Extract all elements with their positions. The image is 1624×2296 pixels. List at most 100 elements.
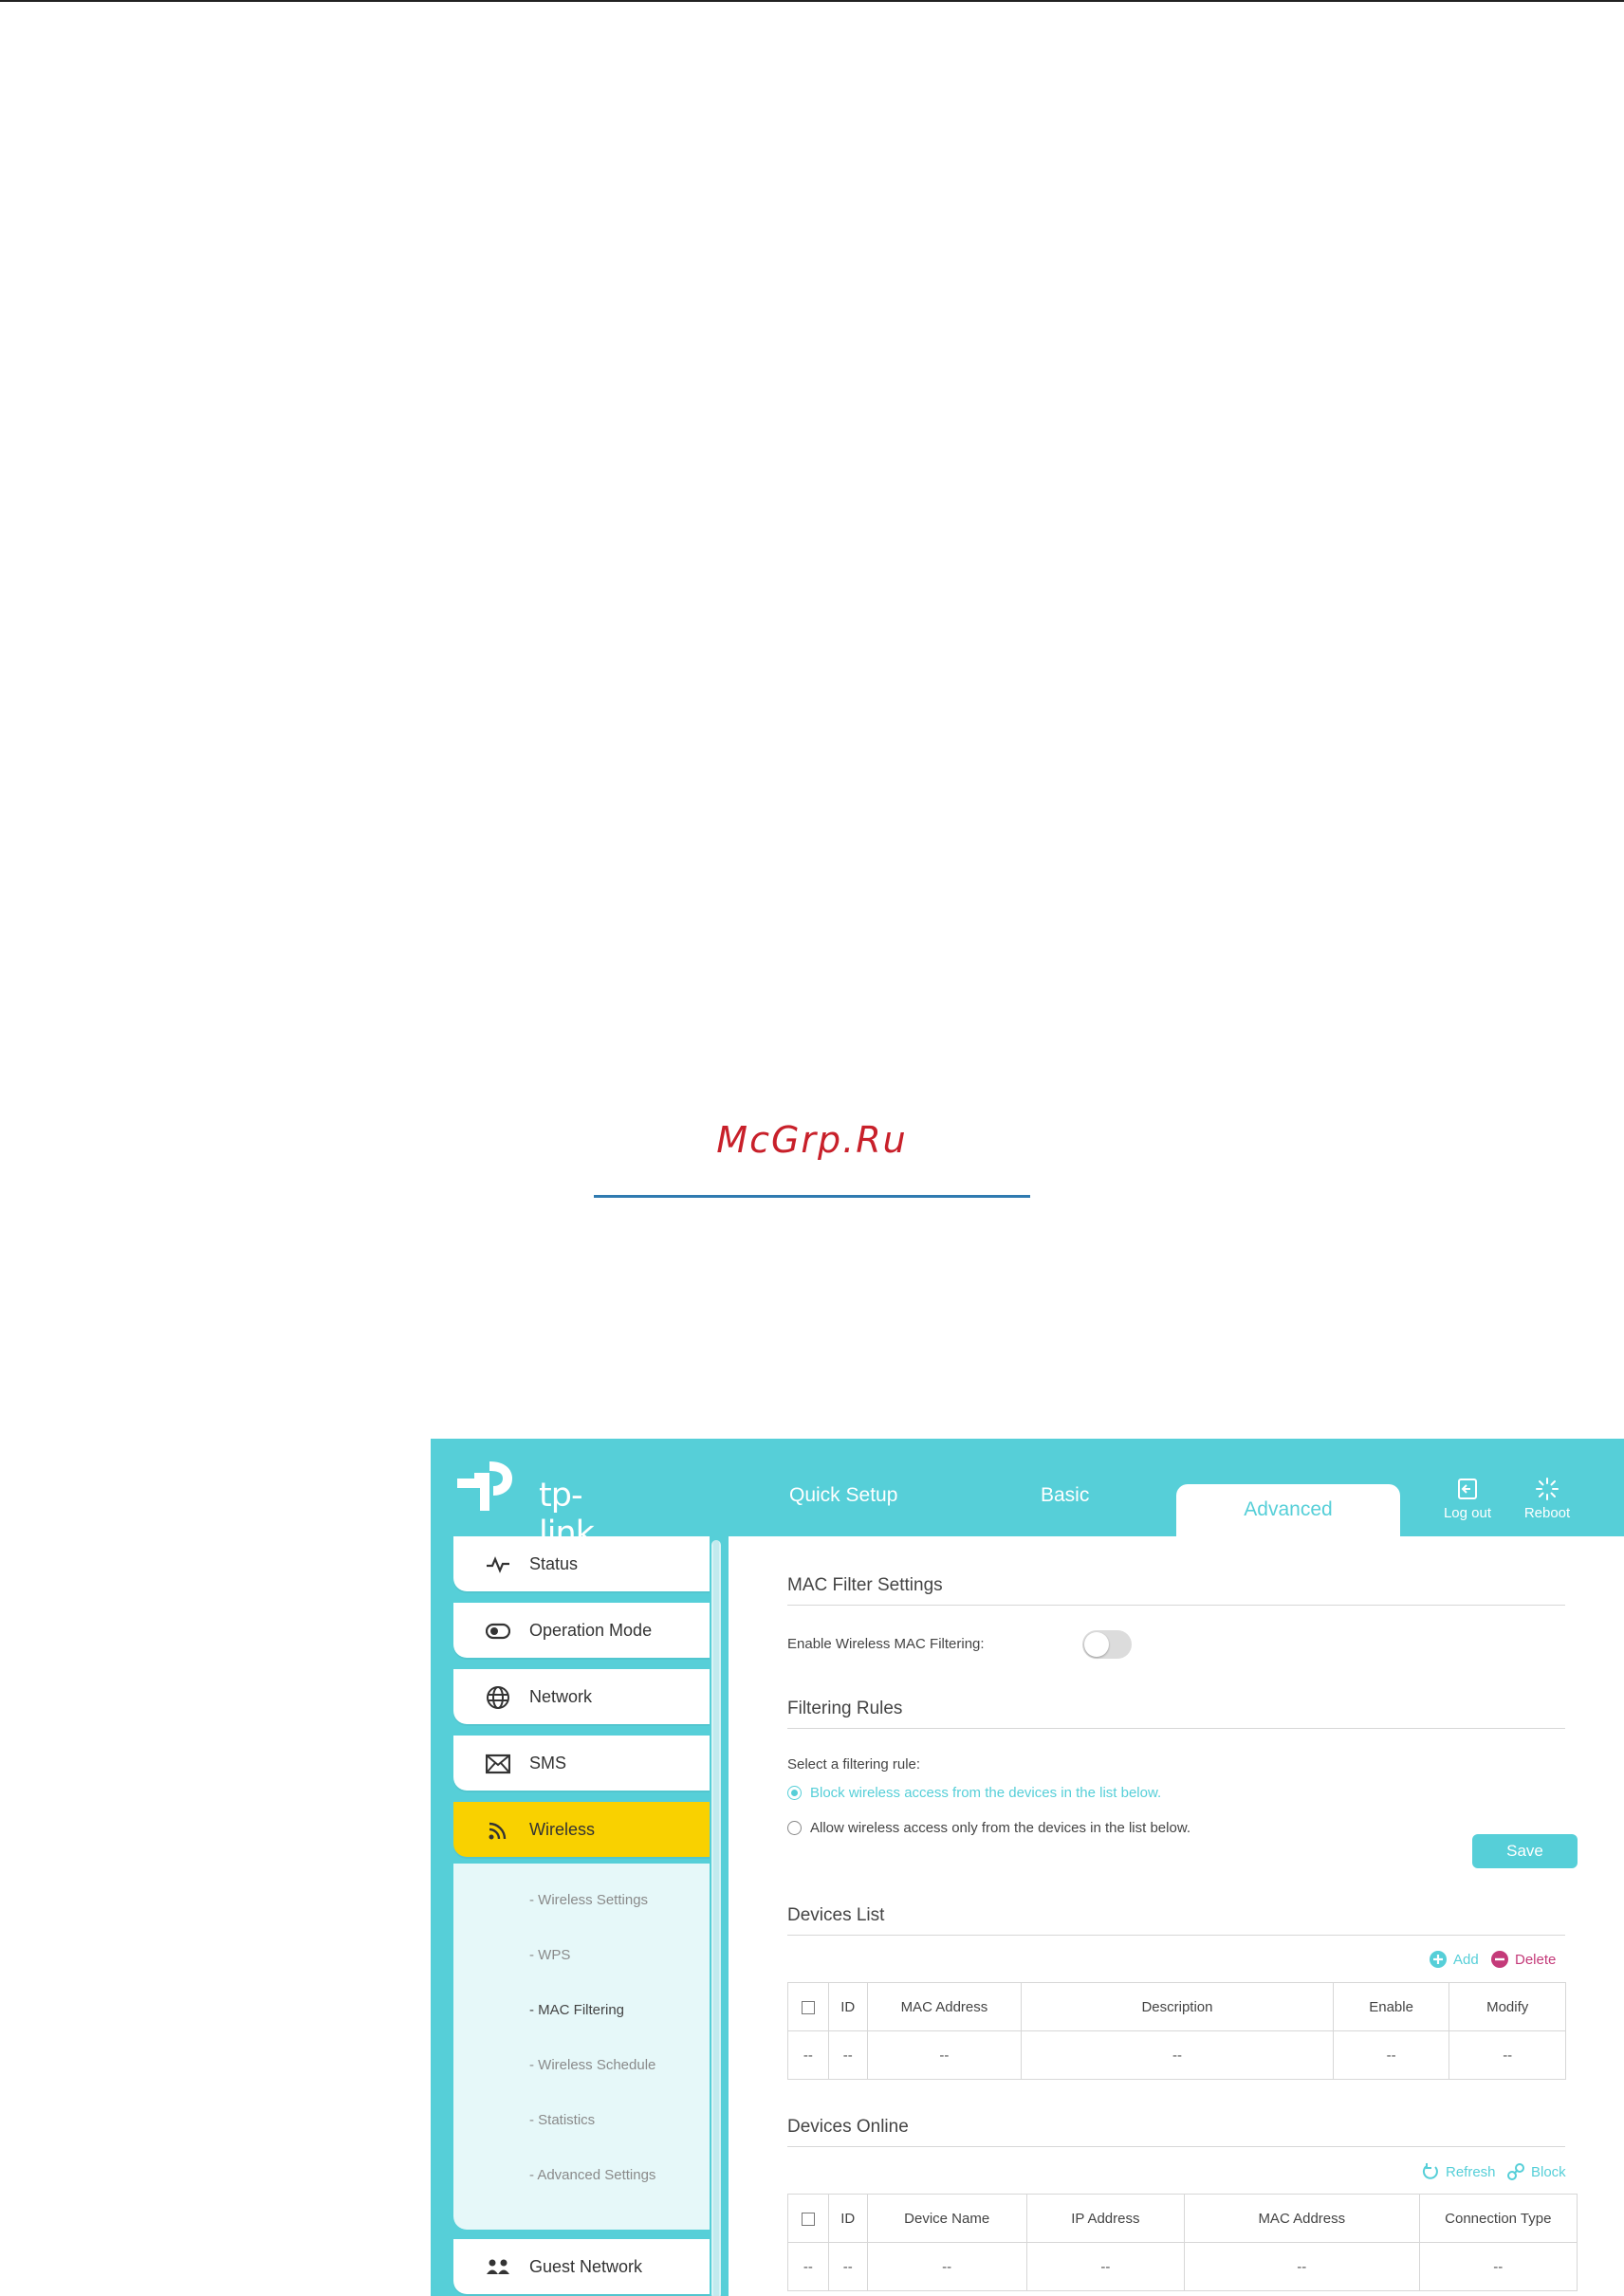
tp-link-logo: tp-link [453,1454,634,1552]
select-all-checkbox[interactable] [801,2000,815,2014]
watermark-underline [594,1195,1030,1198]
column-header: ID [827,2194,868,2243]
router-admin-window: tp-link Quick Setup Basic Advanced Log o… [431,1439,1624,2296]
submenu-item-statistics[interactable]: - Statistics [529,2112,595,2128]
mac-filter-settings-title: MAC Filter Settings [787,1575,943,1595]
submenu-item-mac-filtering[interactable]: - MAC Filtering [529,2002,624,2018]
sidebar-item-guest-network[interactable]: Guest Network [453,2239,710,2294]
select-all-checkbox[interactable] [801,2212,815,2226]
column-header: MAC Address [866,1982,1023,2031]
refresh-icon [1422,2163,1438,2179]
rule-block-label[interactable]: Block wireless access from the devices i… [810,1785,1161,1801]
main-content: MAC Filter Settings Enable Wireless MAC … [729,1536,1624,2296]
rule-allow-radio[interactable] [787,1821,802,1835]
table-row: -- -- -- -- -- -- [787,2030,1566,2080]
delete-label: Delete [1515,1952,1557,1968]
watermark-text: McGrp.Ru [716,1119,908,1161]
link-block-icon [1507,2163,1524,2180]
table-cell: -- [1183,2242,1420,2291]
rule-allow-label[interactable]: Allow wireless access only from the devi… [810,1820,1190,1836]
logout-icon [1458,1479,1477,1499]
tab-basic[interactable]: Basic [1041,1484,1089,1507]
submenu-item-wireless-schedule[interactable]: - Wireless Schedule [529,2057,655,2073]
section-divider [787,1728,1565,1729]
section-divider [787,1935,1565,1936]
table-cell: -- [866,2030,1023,2080]
column-header: IP Address [1025,2194,1185,2243]
filtering-rules-title: Filtering Rules [787,1699,903,1718]
sidebar-item-label: Status [529,1554,579,1573]
section-divider [787,2146,1565,2147]
toggle-icon [486,1623,510,1640]
reboot-button[interactable]: Reboot [1514,1477,1580,1521]
tab-advanced-label: Advanced [1244,1498,1333,1520]
tab-quick-setup[interactable]: Quick Setup [789,1484,897,1507]
logout-button[interactable]: Log out [1434,1477,1501,1521]
section-divider [787,1605,1565,1606]
table-cell: -- [827,2242,868,2291]
submenu-item-wireless-settings[interactable]: - Wireless Settings [529,1892,648,1908]
select-filtering-rule-label: Select a filtering rule: [787,1756,921,1773]
column-header: Device Name [866,2194,1027,2243]
envelope-icon [486,1754,510,1774]
sidebar-item-label: Network [529,1687,593,1706]
reboot-label: Reboot [1523,1505,1571,1521]
table-cell: -- [1025,2242,1185,2291]
table-cell: -- [827,2030,868,2080]
table-cell: -- [787,2242,829,2291]
enable-mac-filtering-toggle[interactable] [1082,1630,1132,1659]
sidebar-item-label: SMS [529,1754,567,1773]
column-header: Enable [1332,1982,1450,2031]
sidebar-item-label: Operation Mode [529,1621,653,1640]
column-header: Description [1021,1982,1334,2031]
status-pulse-icon [487,1556,509,1573]
table-cell: -- [866,2242,1027,2291]
table-cell: -- [787,2030,829,2080]
sidebar-item-network[interactable]: Network [453,1669,710,1724]
table-cell: -- [1418,2242,1578,2291]
devices-list-table: ID MAC Address Description Enable Modify… [787,1982,1566,2080]
minus-circle-icon [1491,1951,1508,1968]
table-header-row: ID Device Name IP Address MAC Address Co… [787,2194,1578,2243]
wifi-icon [489,1822,507,1840]
column-header: MAC Address [1183,2194,1420,2243]
sidebar-item-wireless[interactable]: Wireless [453,1802,710,1857]
add-label: Add [1453,1952,1479,1968]
devices-online-table: ID Device Name IP Address MAC Address Co… [787,2194,1578,2291]
table-row: -- -- -- -- -- -- [787,2242,1578,2291]
sidebar-item-operation-mode[interactable]: Operation Mode [453,1603,710,1658]
devices-online-title: Devices Online [787,2117,909,2137]
sidebar-item-label: Guest Network [529,2257,643,2276]
sidebar-scrollbar-thumb[interactable] [713,1540,719,2296]
table-header-row: ID MAC Address Description Enable Modify [787,1982,1566,2031]
sidebar: Status Operation Mode Network SMS Wirele… [453,1536,710,2296]
table-cell: -- [1332,2030,1450,2080]
column-header: ID [827,1982,868,2031]
devices-list-title: Devices List [787,1905,885,1925]
select-all-cell [787,2194,829,2243]
table-cell: -- [1449,2030,1566,2080]
guest-users-icon [487,2259,509,2274]
enable-mac-filtering-label: Enable Wireless MAC Filtering: [787,1636,985,1652]
reboot-icon [1536,1478,1559,1500]
wireless-submenu: - Wireless Settings - WPS - MAC Filterin… [453,1864,710,2230]
sidebar-item-sms[interactable]: SMS [453,1736,710,1791]
column-header: Modify [1449,1982,1566,2031]
submenu-item-wps[interactable]: - WPS [529,1947,570,1963]
top-border-line [0,0,1624,2]
block-label: Block [1531,2164,1566,2180]
save-button[interactable]: Save [1472,1834,1578,1868]
tp-link-logo-icon [457,1461,512,1511]
select-all-cell [787,1982,829,2031]
rule-block-radio[interactable] [787,1786,802,1800]
globe-icon [487,1686,509,1709]
column-header: Connection Type [1418,2194,1578,2243]
sidebar-item-status[interactable]: Status [453,1536,710,1591]
submenu-item-advanced-settings[interactable]: - Advanced Settings [529,2167,655,2183]
tab-advanced[interactable]: Advanced [1176,1484,1400,1536]
sidebar-item-label: Wireless [529,1820,596,1839]
logout-label: Log out [1443,1505,1492,1521]
table-cell: -- [1021,2030,1334,2080]
refresh-label: Refresh [1446,2164,1496,2180]
plus-circle-icon [1430,1951,1447,1968]
